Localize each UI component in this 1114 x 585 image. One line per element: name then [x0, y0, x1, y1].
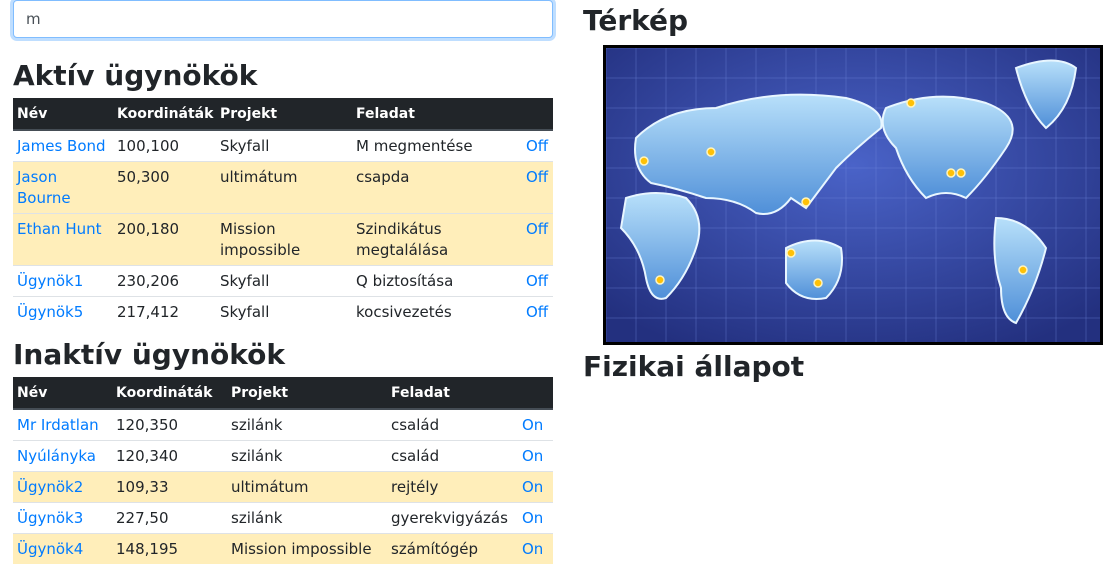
column-header: Név	[13, 377, 112, 410]
agent-name-link[interactable]: Nyúlányka	[17, 447, 96, 465]
inactive-agents-title: Inaktív ügynökök	[13, 338, 285, 371]
search-input[interactable]	[13, 0, 553, 38]
map-marker[interactable]	[956, 168, 966, 178]
status-toggle-link[interactable]: Off	[526, 220, 548, 238]
task-cell: gyerekvigyázás	[387, 502, 518, 534]
coordinates-cell: 217,412	[113, 296, 216, 327]
agent-name-link[interactable]: Ügynök2	[17, 478, 83, 496]
coordinates-cell: 148,195	[112, 533, 227, 564]
task-cell: M megmentése	[352, 129, 522, 162]
project-cell: Mission impossible	[216, 213, 352, 266]
active-agents-table: Név Koordináták Projekt Feladat James Bond 1…	[13, 98, 553, 327]
agent-name-link[interactable]: Mr Irdatlan	[17, 416, 99, 434]
column-header: Feladat	[387, 377, 518, 410]
status-toggle-link[interactable]: On	[522, 447, 543, 465]
status-toggle-link[interactable]: On	[522, 509, 543, 527]
column-header: Koordináták	[113, 98, 216, 131]
status-toggle-link[interactable]: Off	[526, 272, 548, 290]
map-marker[interactable]	[706, 147, 716, 157]
task-cell: számítógép	[387, 533, 518, 564]
project-cell: Skyfall	[216, 265, 352, 297]
status-toggle-link[interactable]: On	[522, 478, 543, 496]
task-cell: kocsivezetés	[352, 296, 522, 327]
agent-name-link[interactable]: Ethan Hunt	[17, 220, 102, 238]
map-marker[interactable]	[946, 168, 956, 178]
table-row: Ügynök5 217,412 Skyfall kocsivezetés Off	[13, 296, 553, 327]
coordinates-cell: 109,33	[112, 471, 227, 503]
column-header: Név	[13, 98, 113, 131]
column-header: Koordináták	[112, 377, 227, 410]
project-cell: Mission impossible	[227, 533, 387, 564]
project-cell: ultimátum	[216, 161, 352, 214]
left-column: Aktív ügynökök NévKoordinátákProjektFela…	[13, 0, 553, 564]
table-row: Ügynök4 148,195 Mission impossible számítóg…	[13, 533, 553, 564]
map-marker[interactable]	[801, 197, 811, 207]
project-cell: szilánk	[227, 502, 387, 534]
agent-name-link[interactable]: Ügynök3	[17, 509, 83, 527]
task-cell: csapda	[352, 161, 522, 214]
table-row: Ügynök1 230,206 Skyfall Q biztosítása Off	[13, 265, 553, 297]
task-cell: család	[387, 408, 518, 441]
coordinates-cell: 200,180	[113, 213, 216, 266]
map-marker[interactable]	[655, 275, 665, 285]
task-cell: család	[387, 440, 518, 472]
table-row: Ügynök3 227,50 szilánk gyerekvigyázás On	[13, 502, 553, 534]
map-marker[interactable]	[639, 156, 649, 166]
table-row: Ügynök2 109,33 ultimátum rejtély On	[13, 471, 553, 503]
right-column: Térkép Fizikai állapot	[583, 0, 1114, 383]
task-cell: Q biztosítása	[352, 265, 522, 297]
status-toggle-link[interactable]: On	[522, 540, 543, 558]
status-toggle-link[interactable]: Off	[526, 303, 548, 321]
project-cell: szilánk	[227, 408, 387, 441]
coordinates-cell: 227,50	[112, 502, 227, 534]
column-header	[518, 377, 553, 410]
map-marker[interactable]	[813, 278, 823, 288]
map-marker[interactable]	[1018, 265, 1028, 275]
agent-name-link[interactable]: Ügynök5	[17, 303, 83, 321]
inactive-agents-table: Név Koordináták Projekt Feladat Mr Irdatlan…	[13, 377, 553, 564]
map-marker[interactable]	[906, 98, 916, 108]
agent-name-link[interactable]: Ügynök1	[17, 272, 83, 290]
column-header: Projekt	[216, 98, 352, 131]
table-row: Nyúlányka 120,340 szilánk család On	[13, 440, 553, 472]
project-cell: szilánk	[227, 440, 387, 472]
project-cell: Skyfall	[216, 129, 352, 162]
table-row: James Bond 100,100 Skyfall M megmentése Off	[13, 129, 553, 162]
task-cell: Szindikátus megtalálása	[352, 213, 522, 266]
coordinates-cell: 100,100	[113, 129, 216, 162]
map-title: Térkép	[583, 4, 689, 37]
column-header: Feladat	[352, 98, 522, 131]
coordinates-cell: 230,206	[113, 265, 216, 297]
physical-status-title: Fizikai állapot	[583, 350, 805, 383]
map-marker[interactable]	[786, 248, 796, 258]
table-row: Mr Irdatlan 120,350 szilánk család On	[13, 408, 553, 441]
coordinates-cell: 120,350	[112, 408, 227, 441]
task-cell: rejtély	[387, 471, 518, 503]
agent-name-link[interactable]: James Bond	[17, 137, 106, 155]
column-header: Projekt	[227, 377, 387, 410]
project-cell: Skyfall	[216, 296, 352, 327]
column-header	[522, 98, 553, 131]
active-agents-title: Aktív ügynökök	[13, 59, 258, 92]
table-row: Ethan Hunt 200,180 Mission impossible Szind…	[13, 213, 553, 266]
project-cell: ultimátum	[227, 471, 387, 503]
coordinates-cell: 50,300	[113, 161, 216, 214]
coordinates-cell: 120,340	[112, 440, 227, 472]
table-row: Jason Bourne 50,300 ultimátum csapda Off	[13, 161, 553, 214]
status-toggle-link[interactable]: Off	[526, 168, 548, 186]
agent-name-link[interactable]: Jason Bourne	[17, 168, 71, 207]
agent-name-link[interactable]: Ügynök4	[17, 540, 83, 558]
status-toggle-link[interactable]: Off	[526, 137, 548, 155]
world-map[interactable]	[603, 45, 1103, 345]
status-toggle-link[interactable]: On	[522, 416, 543, 434]
